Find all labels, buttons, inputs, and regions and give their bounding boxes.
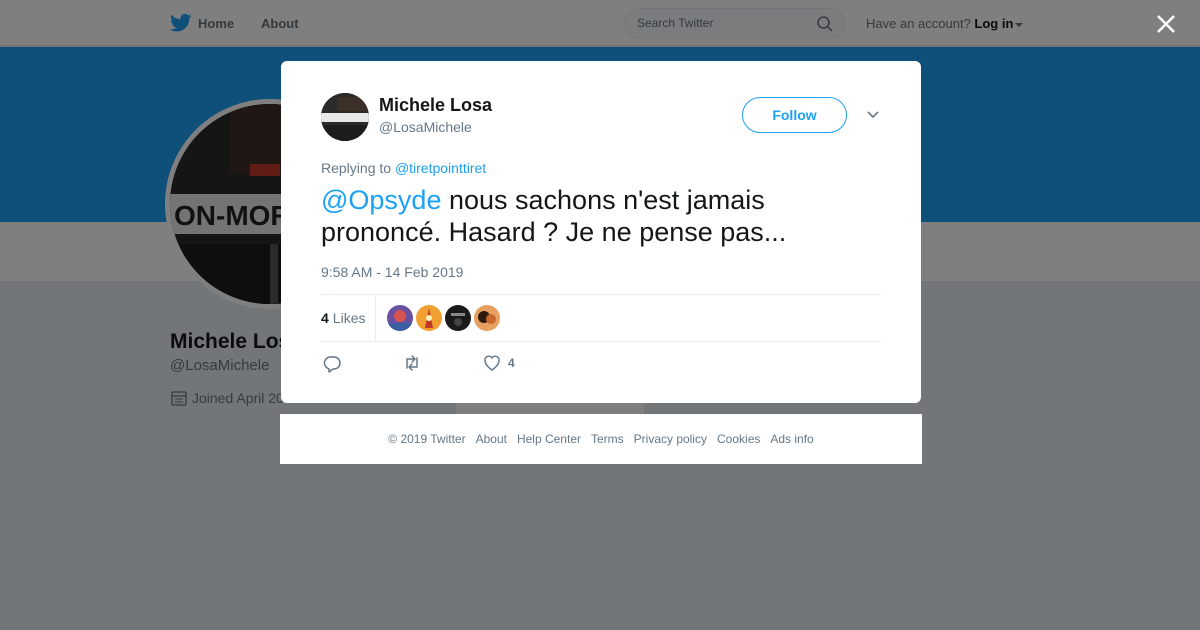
liker-avatar[interactable]	[387, 305, 413, 331]
likes-label: Likes	[332, 310, 366, 326]
tweet-author-avatar-image	[321, 93, 369, 141]
liker-avatar[interactable]	[445, 305, 471, 331]
retweet-action[interactable]	[402, 353, 422, 373]
heart-icon	[484, 355, 500, 371]
tweet-author-name[interactable]: Michele Losa	[379, 95, 492, 116]
likes-stat[interactable]: 4 Likes	[321, 295, 365, 341]
liker-avatar[interactable]	[474, 305, 500, 331]
reply-action[interactable]	[322, 353, 342, 373]
replying-to: Replying to @tiretpointtiret	[321, 160, 486, 176]
tweet-author-handle[interactable]: @LosaMichele	[379, 119, 472, 135]
footer-link-privacy[interactable]: Privacy policy	[634, 432, 707, 446]
footer: © 2019 Twitter About Help Center Terms P…	[280, 414, 922, 464]
retweet-icon	[406, 355, 418, 371]
footer-link-ads-info[interactable]: Ads info	[770, 432, 813, 446]
replying-to-link[interactable]: @tiretpointtiret	[395, 160, 486, 176]
tweet-author-avatar[interactable]	[321, 93, 369, 141]
stats-divider-top	[321, 294, 881, 295]
replying-prefix: Replying to	[321, 160, 392, 176]
tweet-timestamp[interactable]: 9:58 AM - 14 Feb 2019	[321, 264, 463, 280]
tweet-actions: 4	[321, 353, 515, 373]
stats-separator	[375, 295, 376, 341]
liker-avatar[interactable]	[416, 305, 442, 331]
likes-count: 4	[321, 310, 329, 326]
footer-link-help-center[interactable]: Help Center	[517, 432, 581, 446]
footer-link-about[interactable]: About	[476, 432, 507, 446]
like-action[interactable]: 4	[482, 353, 515, 373]
footer-link-terms[interactable]: Terms	[591, 432, 624, 446]
tweet-text: @Opsyde nous sachons n'est jamais pronon…	[321, 184, 881, 248]
likers-list	[387, 305, 503, 331]
stats-divider-bottom	[321, 341, 881, 342]
tweet-modal: Michele Losa @LosaMichele Follow Replyin…	[281, 61, 921, 403]
footer-link-cookies[interactable]: Cookies	[717, 432, 760, 446]
close-icon[interactable]	[1152, 10, 1180, 38]
chevron-down-icon[interactable]	[865, 108, 881, 122]
reply-icon	[323, 356, 341, 373]
follow-button[interactable]: Follow	[742, 97, 847, 133]
tweet-mention-link[interactable]: @Opsyde	[321, 185, 441, 215]
footer-copyright: © 2019 Twitter	[388, 432, 466, 446]
like-action-count: 4	[508, 356, 515, 370]
